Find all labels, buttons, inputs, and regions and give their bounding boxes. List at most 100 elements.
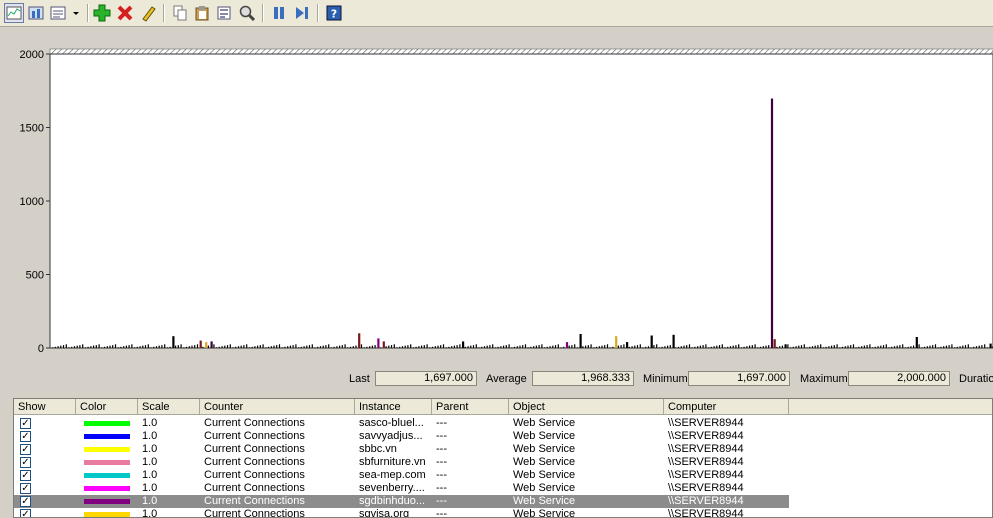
chart-bar bbox=[740, 347, 742, 348]
chart-bar bbox=[677, 346, 680, 348]
toolbar: ? bbox=[0, 0, 993, 27]
add-counter-button[interactable] bbox=[92, 3, 112, 23]
parent-cell: --- bbox=[436, 430, 447, 442]
chart-bar bbox=[891, 346, 893, 348]
chart-bar bbox=[861, 346, 863, 348]
chart-bar bbox=[691, 347, 693, 348]
report-icon bbox=[50, 6, 66, 20]
chart-bar bbox=[317, 346, 319, 348]
chart-bar bbox=[224, 345, 226, 348]
chart-bar bbox=[929, 345, 931, 348]
chart-bar bbox=[188, 346, 190, 348]
chart-bar bbox=[519, 345, 521, 348]
chart-bar bbox=[732, 345, 734, 348]
update-data-button[interactable] bbox=[292, 3, 312, 23]
show-checkbox[interactable]: ✓ bbox=[20, 444, 31, 455]
column-scale[interactable]: Scale bbox=[138, 399, 200, 415]
chart-bar bbox=[339, 345, 341, 348]
copy-properties-button[interactable] bbox=[170, 3, 190, 23]
copy-icon bbox=[173, 5, 187, 21]
chart-bar bbox=[90, 346, 92, 348]
chart-bar bbox=[664, 346, 666, 348]
chart-bar bbox=[472, 345, 475, 348]
legend-row[interactable]: ✓ 1.0 Current Connections sgvisa.org --- Web … bbox=[14, 508, 789, 518]
chart-bar bbox=[825, 346, 827, 348]
column-object[interactable]: Object bbox=[509, 399, 664, 415]
chart-bar-spike bbox=[989, 343, 992, 348]
show-checkbox[interactable]: ✓ bbox=[20, 483, 31, 494]
chart-bar bbox=[366, 346, 368, 348]
column-color[interactable]: Color bbox=[76, 399, 138, 415]
histogram-icon bbox=[28, 6, 44, 20]
freeze-display-button[interactable] bbox=[269, 3, 289, 23]
chart-bar bbox=[571, 345, 573, 348]
color-swatch bbox=[84, 512, 130, 517]
view-histogram-button[interactable] bbox=[26, 3, 46, 23]
paste-counter-list-button[interactable] bbox=[192, 3, 212, 23]
chart-bar bbox=[885, 344, 887, 348]
chart-bar bbox=[576, 347, 578, 348]
zoom-button[interactable] bbox=[237, 3, 257, 23]
chart-bar bbox=[907, 346, 909, 348]
properties-button[interactable] bbox=[214, 3, 234, 23]
chart-bar bbox=[196, 344, 199, 348]
chart-bar-spike bbox=[770, 98, 774, 348]
show-checkbox[interactable]: ✓ bbox=[20, 457, 31, 468]
computer-cell: \\SERVER8944 bbox=[668, 508, 744, 518]
chart-bar bbox=[951, 344, 953, 348]
view-report-button[interactable] bbox=[48, 3, 68, 23]
highlight-button[interactable] bbox=[138, 3, 158, 23]
legend-row[interactable]: ✓ 1.0 Current Connections sasco-bluel... ---… bbox=[14, 417, 789, 430]
chart-bar bbox=[235, 346, 237, 348]
chart-bar bbox=[636, 345, 639, 348]
show-checkbox[interactable]: ✓ bbox=[20, 496, 31, 507]
show-checkbox[interactable]: ✓ bbox=[20, 509, 31, 517]
show-checkbox[interactable]: ✓ bbox=[20, 431, 31, 442]
column-counter[interactable]: Counter bbox=[200, 399, 355, 415]
chart-bar bbox=[705, 344, 707, 348]
delete-counter-button[interactable] bbox=[115, 3, 135, 23]
plot-area bbox=[49, 53, 993, 349]
chart-bar-spike bbox=[210, 341, 213, 348]
chart-bar bbox=[390, 345, 393, 348]
chart-bar bbox=[746, 346, 748, 348]
last-label: Last bbox=[349, 373, 370, 385]
legend-row[interactable]: ✓ 1.0 Current Connections sbfurniture.vn ---… bbox=[14, 456, 789, 469]
chart-bar bbox=[686, 345, 688, 348]
chart-bar bbox=[423, 345, 425, 348]
column-computer[interactable]: Computer bbox=[664, 399, 789, 415]
chart-bar bbox=[647, 346, 650, 348]
chart-bar bbox=[470, 345, 472, 348]
column-parent[interactable]: Parent bbox=[432, 399, 509, 415]
legend-row[interactable]: ✓ 1.0 Current Connections savvyadjus... --- W… bbox=[14, 430, 789, 443]
legend-row[interactable]: ✓ 1.0 Current Connections sevenberry.... ---… bbox=[14, 482, 789, 495]
scale-cell: 1.0 bbox=[142, 443, 158, 455]
legend-row[interactable]: ✓ 1.0 Current Connections sea-mep.com --- Web… bbox=[14, 469, 789, 482]
chart-bar bbox=[401, 346, 404, 348]
chart-bar bbox=[82, 344, 84, 348]
show-checkbox[interactable]: ✓ bbox=[20, 418, 31, 429]
chart-bar bbox=[333, 346, 335, 348]
color-swatch bbox=[84, 447, 130, 452]
view-graph-button[interactable] bbox=[4, 3, 24, 23]
chart-bar bbox=[899, 345, 901, 348]
chart-bar bbox=[84, 347, 86, 348]
column-show[interactable]: Show bbox=[14, 399, 76, 415]
chart-bar bbox=[932, 345, 934, 348]
chart-bar bbox=[524, 344, 527, 348]
chart-bar bbox=[850, 345, 852, 348]
chart-bar bbox=[923, 346, 926, 348]
help-button[interactable]: ? bbox=[324, 3, 344, 23]
chart-bar bbox=[759, 346, 762, 348]
legend-row[interactable]: ✓ 1.0 Current Connections sgdbinhduo... --- W… bbox=[14, 495, 789, 508]
legend-row[interactable]: ✓ 1.0 Current Connections sbbc.vn --- Web Ser… bbox=[14, 443, 789, 456]
column-instance[interactable]: Instance bbox=[355, 399, 432, 415]
chart-bar bbox=[669, 345, 671, 348]
chart-bar bbox=[218, 346, 220, 348]
chart-bar bbox=[251, 346, 253, 348]
show-checkbox[interactable]: ✓ bbox=[20, 470, 31, 481]
scale-cell: 1.0 bbox=[142, 508, 158, 518]
view-dropdown-button[interactable] bbox=[70, 3, 82, 23]
chart-bar bbox=[973, 346, 975, 348]
chart-bar bbox=[73, 346, 76, 348]
